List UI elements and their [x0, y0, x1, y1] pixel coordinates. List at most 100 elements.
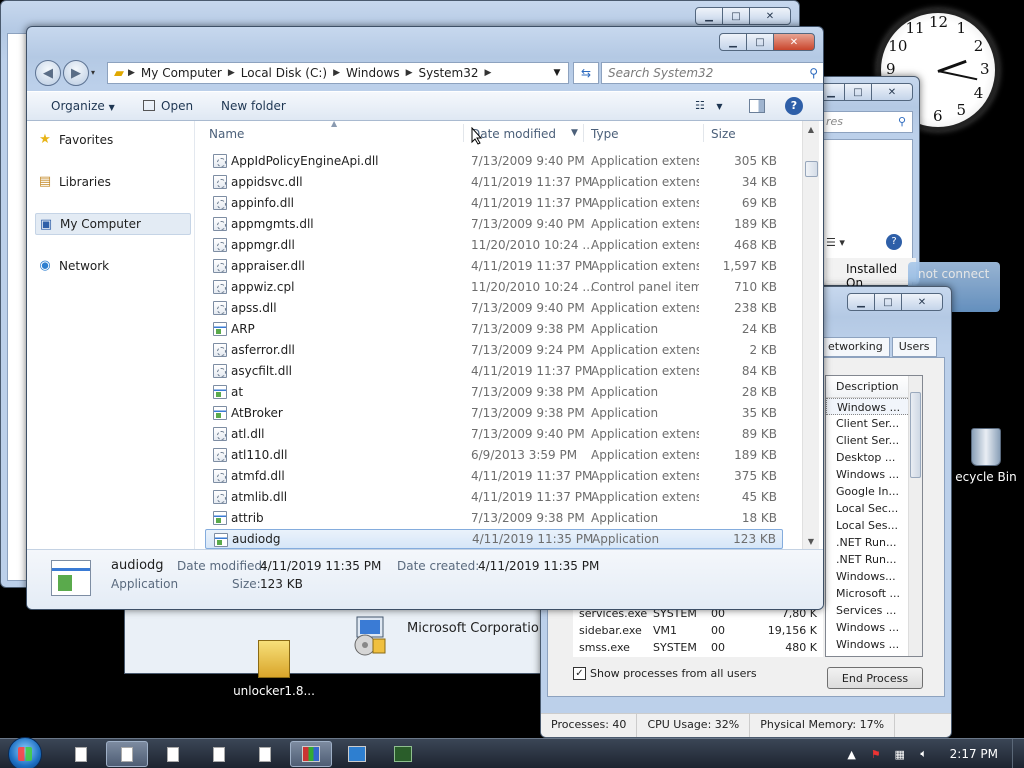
- taskbar-document-2[interactable]: [106, 741, 148, 767]
- search-input[interactable]: res ⚲: [821, 111, 913, 133]
- column-header-type[interactable]: Type: [591, 127, 619, 141]
- show-all-checkbox[interactable]: ✓: [573, 667, 586, 680]
- file-row[interactable]: appmgr.dll 11/20/2010 10:24 ... Applicatio…: [205, 235, 783, 255]
- file-row[interactable]: AtBroker 7/13/2009 9:38 PM Application 35 K…: [205, 403, 783, 423]
- file-row[interactable]: atl.dll 7/13/2009 9:40 PM Application exte…: [205, 424, 783, 444]
- forward-arrow-icon[interactable]: ▶: [63, 60, 89, 86]
- file-list-scrollbar[interactable]: ▲ ▼: [802, 121, 819, 549]
- taskbar-archive-app[interactable]: [290, 741, 332, 767]
- maximize-button[interactable]: □: [746, 33, 774, 51]
- file-row[interactable]: AppIdPolicyEngineApi.dll 7/13/2009 9:40 P…: [205, 151, 783, 171]
- chevron-right-icon[interactable]: ▶: [128, 68, 135, 78]
- file-row[interactable]: atmfd.dll 4/11/2019 11:37 PM Application e…: [205, 466, 783, 486]
- file-row[interactable]: asferror.dll 7/13/2009 9:24 PM Application…: [205, 340, 783, 360]
- taskbar-task-manager[interactable]: [382, 741, 424, 767]
- nav-libraries[interactable]: ▤ Libraries: [35, 171, 191, 193]
- file-row[interactable]: attrib 7/13/2009 9:38 PM Application 18 KB: [205, 508, 783, 528]
- close-button[interactable]: ✕: [773, 33, 815, 51]
- scrollbar-thumb[interactable]: [805, 161, 818, 177]
- chevron-right-icon[interactable]: ▶: [333, 68, 340, 78]
- scroll-up-icon[interactable]: ▲: [803, 121, 819, 137]
- scroll-down-icon[interactable]: ▼: [803, 533, 819, 549]
- file-row[interactable]: asycfilt.dll 4/11/2019 11:37 PM Applicatio…: [205, 361, 783, 381]
- close-button[interactable]: ✕: [749, 7, 791, 25]
- file-row[interactable]: ARP 7/13/2009 9:38 PM Application 24 KB: [205, 319, 783, 339]
- column-header-size[interactable]: Size: [711, 127, 736, 141]
- show-all-processes[interactable]: ✓ Show processes from all users: [573, 667, 757, 680]
- nav-favorites[interactable]: ★ Favorites: [35, 129, 191, 151]
- action-center-flag-icon[interactable]: ⚑: [868, 746, 884, 762]
- change-view-icon[interactable]: ☷ ▼: [695, 99, 723, 112]
- close-button[interactable]: ✕: [871, 83, 913, 101]
- file-row[interactable]: audiodg 4/11/2019 11:35 PM Application 123 …: [205, 529, 783, 549]
- column-header-name[interactable]: Name: [209, 127, 244, 141]
- taskbar-document-3[interactable]: [152, 741, 194, 767]
- show-hidden-icons-icon[interactable]: ▲: [844, 746, 860, 762]
- volume-icon[interactable]: 🔈︎: [916, 746, 932, 762]
- taskbar-document-4[interactable]: [198, 741, 240, 767]
- maximize-button[interactable]: □: [844, 83, 872, 101]
- network-icon: ◉: [39, 258, 51, 273]
- start-button[interactable]: [8, 737, 42, 768]
- chevron-right-icon[interactable]: ▶: [485, 68, 492, 78]
- maximize-button[interactable]: □: [874, 293, 902, 311]
- breadcrumb-my-computer[interactable]: My Computer: [135, 66, 228, 80]
- preview-pane-icon[interactable]: [749, 99, 765, 113]
- help-icon[interactable]: ?: [785, 97, 803, 115]
- file-row[interactable]: appidsvc.dll 4/11/2019 11:37 PM Applicatio…: [205, 172, 783, 192]
- file-row[interactable]: appmgmts.dll 7/13/2009 9:40 PM Application…: [205, 214, 783, 234]
- close-button[interactable]: ✕: [901, 293, 943, 311]
- file-row[interactable]: atl110.dll 6/9/2013 3:59 PM Application ex…: [205, 445, 783, 465]
- taskbar-document-1[interactable]: [60, 741, 102, 767]
- file-row[interactable]: atmlib.dll 4/11/2019 11:37 PM Application …: [205, 487, 783, 507]
- unlocker-shortcut[interactable]: unlocker1.8...: [232, 640, 316, 698]
- tab-users[interactable]: Users: [891, 337, 937, 357]
- chevron-right-icon[interactable]: ▶: [406, 68, 413, 78]
- breadcrumb-windows[interactable]: Windows: [340, 66, 406, 80]
- chevron-down-icon[interactable]: ▼: [546, 63, 568, 83]
- process-list[interactable]: services.exe SYSTEM 00 7,80 Ksidebar.exe VM1…: [573, 605, 823, 657]
- process-row[interactable]: smss.exe SYSTEM 00 480 K: [573, 639, 823, 656]
- breadcrumb-system32[interactable]: System32: [413, 66, 485, 80]
- file-row[interactable]: appraiser.dll 4/11/2019 11:37 PM Applicati…: [205, 256, 783, 276]
- open-button[interactable]: Open: [143, 99, 193, 113]
- file-row[interactable]: appwiz.cpl 11/20/2010 10:24 ... Control pa…: [205, 277, 783, 297]
- taskbar-document-5[interactable]: [244, 741, 286, 767]
- file-name: appmgr.dll: [231, 238, 295, 252]
- clock[interactable]: 2:17 PM: [950, 747, 998, 761]
- installed-on-column-header[interactable]: Installed On: [826, 258, 916, 290]
- breadcrumb-local-disk[interactable]: Local Disk (C:): [235, 66, 333, 80]
- minimize-button[interactable]: ▁: [719, 33, 747, 51]
- search-input[interactable]: Search System32 ⚲: [601, 62, 823, 84]
- minimize-button[interactable]: ▁: [695, 7, 723, 25]
- minimize-button[interactable]: ▁: [847, 293, 875, 311]
- chevron-down-icon[interactable]: ▼: [571, 128, 578, 138]
- file-row[interactable]: apss.dll 7/13/2009 9:40 PM Application ext…: [205, 298, 783, 318]
- back-arrow-icon[interactable]: ◀: [35, 60, 61, 86]
- nav-my-computer[interactable]: ▣ My Computer: [35, 213, 191, 235]
- process-row[interactable]: sidebar.exe VM1 00 19,156 K: [573, 622, 823, 639]
- end-process-button[interactable]: End Process: [827, 667, 923, 689]
- taskbar-control-panel[interactable]: [336, 741, 378, 767]
- file-row[interactable]: appinfo.dll 4/11/2019 11:37 PM Application…: [205, 193, 783, 213]
- chevron-right-icon[interactable]: ▶: [228, 68, 235, 78]
- recycle-bin-shortcut[interactable]: ecycle Bin: [948, 428, 1024, 484]
- nav-network[interactable]: ◉ Network: [35, 255, 191, 277]
- maximize-button[interactable]: □: [722, 7, 750, 25]
- file-list[interactable]: Name ▲ Date modified ▼ Type Size AppIdPo…: [205, 121, 801, 549]
- scrollbar-thumb[interactable]: [910, 392, 921, 478]
- network-icon[interactable]: ▦: [892, 746, 908, 762]
- show-desktop-button[interactable]: [1012, 739, 1024, 768]
- scrollbar[interactable]: [908, 376, 922, 656]
- recent-pages-icon[interactable]: ▾: [91, 68, 95, 77]
- new-folder-button[interactable]: New folder: [221, 99, 286, 113]
- view-options-icon[interactable]: ☰ ▾: [826, 236, 845, 249]
- file-row[interactable]: at 7/13/2009 9:38 PM Application 28 KB: [205, 382, 783, 402]
- column-header-date-modified[interactable]: Date modified: [471, 127, 556, 141]
- tab-networking[interactable]: etworking: [821, 337, 890, 357]
- help-icon[interactable]: ?: [886, 234, 902, 250]
- address-bar[interactable]: ▰ ▶ My Computer ▶ Local Disk (C:) ▶ Wind…: [107, 62, 569, 84]
- description-column[interactable]: Description Windows ... Client Ser... Clie…: [825, 375, 923, 657]
- refresh-icon[interactable]: ⇆: [573, 62, 599, 84]
- organize-button[interactable]: Organize ▼: [51, 99, 115, 113]
